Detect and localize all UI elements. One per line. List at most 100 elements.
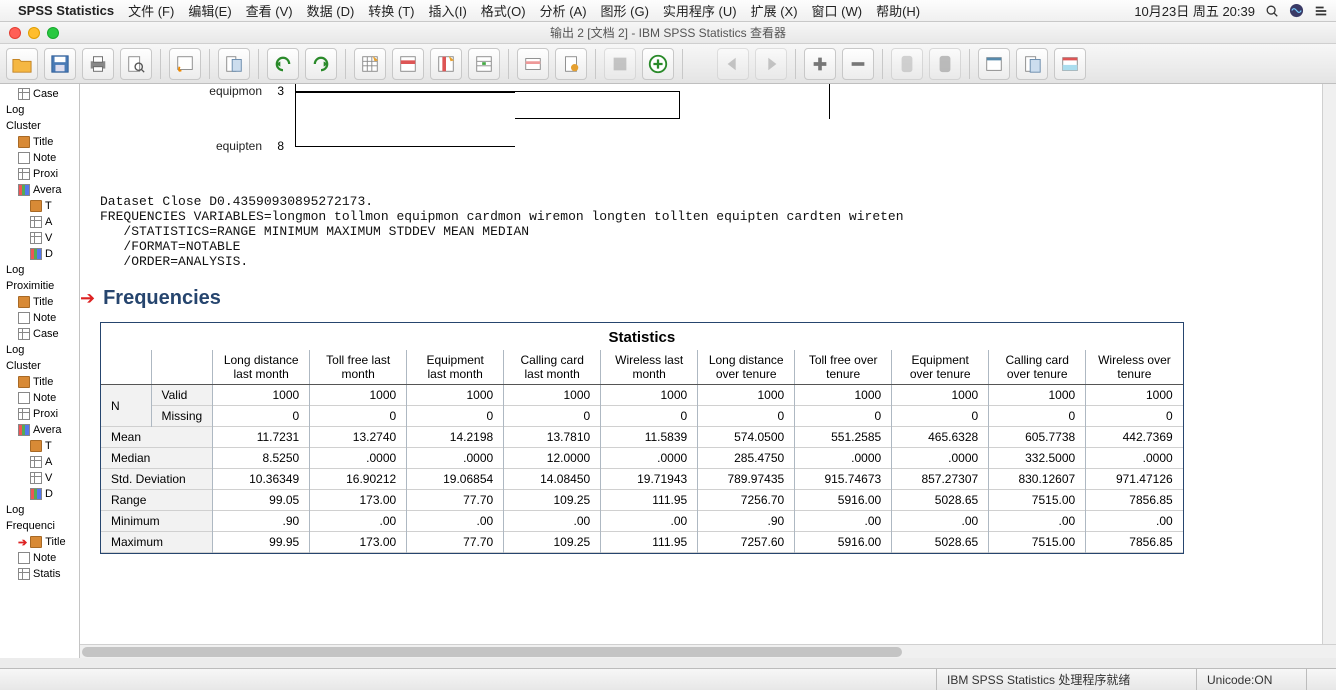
- notifications-icon[interactable]: [1314, 4, 1328, 18]
- syntax-button[interactable]: [1016, 48, 1048, 80]
- cell-value: 77.70: [407, 490, 504, 511]
- outline-item[interactable]: Log: [0, 102, 79, 118]
- menu-item[interactable]: 插入(I): [429, 1, 467, 20]
- menu-item[interactable]: 查看 (V): [246, 1, 293, 20]
- outline-item[interactable]: T: [0, 438, 79, 454]
- menu-item[interactable]: 格式(O): [481, 1, 526, 20]
- outline-pane[interactable]: CaseLogClusterTitleNoteProxiAveraTAVDLog…: [0, 84, 80, 658]
- app-menus: 文件 (F) 编辑(E) 查看 (V) 数据 (D) 转换 (T) 插入(I) 格式(O) 分…: [128, 1, 920, 20]
- outline-item[interactable]: A: [0, 214, 79, 230]
- outline-item[interactable]: Avera: [0, 182, 79, 198]
- column-header: Toll free over tenure: [795, 350, 892, 385]
- menu-item[interactable]: 编辑(E): [188, 1, 231, 20]
- outline-item[interactable]: Log: [0, 502, 79, 518]
- open-button[interactable]: [6, 48, 38, 80]
- column-header: Long distance over tenure: [698, 350, 795, 385]
- outline-item[interactable]: V: [0, 230, 79, 246]
- outline-item[interactable]: Title: [0, 374, 79, 390]
- outline-label: Proxi: [33, 408, 58, 420]
- outline-item[interactable]: Log: [0, 342, 79, 358]
- redo-button[interactable]: [305, 48, 337, 80]
- outline-item[interactable]: D: [0, 246, 79, 262]
- cell-value: 16.90212: [310, 469, 407, 490]
- outline-item[interactable]: Log: [0, 262, 79, 278]
- cell-value: 5916.00: [795, 532, 892, 553]
- output-viewer[interactable]: equipmon 3 equipten 8: [80, 84, 1322, 644]
- close-window-button[interactable]: [9, 27, 21, 39]
- outline-label: T: [45, 200, 52, 212]
- menu-item[interactable]: 窗口 (W): [812, 1, 863, 20]
- horizontal-scrollbar[interactable]: [80, 644, 1336, 658]
- spotlight-icon[interactable]: [1265, 4, 1279, 18]
- outline-item[interactable]: Proxi: [0, 406, 79, 422]
- menu-item[interactable]: 数据 (D): [307, 1, 355, 20]
- column-header: Wireless last month: [601, 350, 698, 385]
- outline-item[interactable]: Statis: [0, 566, 79, 582]
- outline-item[interactable]: A: [0, 454, 79, 470]
- menu-item[interactable]: 帮助(H): [876, 1, 920, 20]
- outline-item[interactable]: Note: [0, 150, 79, 166]
- outline-item[interactable]: Cluster: [0, 358, 79, 374]
- demote-button[interactable]: [929, 48, 961, 80]
- outline-item[interactable]: Note: [0, 390, 79, 406]
- insert-button[interactable]: [468, 48, 500, 80]
- save-button[interactable]: [44, 48, 76, 80]
- outline-item[interactable]: Title: [0, 134, 79, 150]
- add-button[interactable]: [642, 48, 674, 80]
- expand-button[interactable]: [804, 48, 836, 80]
- dendro-num: 3: [270, 84, 290, 98]
- outline-item[interactable]: D: [0, 486, 79, 502]
- cell-value: 1000: [892, 385, 989, 406]
- outline-label: Log: [6, 504, 24, 516]
- table-icon: [18, 328, 30, 340]
- menu-item[interactable]: 扩展 (X): [751, 1, 798, 20]
- outline-item[interactable]: ➔Title: [0, 534, 79, 550]
- minimize-window-button[interactable]: [28, 27, 40, 39]
- siri-icon[interactable]: [1289, 3, 1304, 18]
- outline-item[interactable]: Avera: [0, 422, 79, 438]
- outline-item[interactable]: Case: [0, 86, 79, 102]
- promote-button[interactable]: [891, 48, 923, 80]
- goto-data-button[interactable]: [354, 48, 386, 80]
- status-bar: IBM SPSS Statistics 处理程序就绪 Unicode:ON: [0, 668, 1336, 690]
- outline-item[interactable]: Frequenci: [0, 518, 79, 534]
- goto-case-button[interactable]: [392, 48, 424, 80]
- designate-window-button[interactable]: [978, 48, 1010, 80]
- status-extra: [1306, 669, 1336, 690]
- menu-item[interactable]: 实用程序 (U): [663, 1, 737, 20]
- export-button[interactable]: [218, 48, 250, 80]
- menu-item[interactable]: 图形 (G): [601, 1, 649, 20]
- outline-item[interactable]: T: [0, 198, 79, 214]
- app-name[interactable]: SPSS Statistics: [18, 3, 114, 18]
- outline-item[interactable]: Proximitie: [0, 278, 79, 294]
- cell-value: 19.06854: [407, 469, 504, 490]
- statistics-table[interactable]: Statistics Long distance last monthToll …: [100, 322, 1184, 554]
- outline-item[interactable]: V: [0, 470, 79, 486]
- table-row: Median8.5250.0000.000012.0000.0000285.47…: [101, 448, 1183, 469]
- cell-value: 111.95: [601, 532, 698, 553]
- outline-label: Cluster: [6, 360, 41, 372]
- collapse-button[interactable]: [842, 48, 874, 80]
- vertical-scrollbar[interactable]: [1322, 84, 1336, 644]
- outline-item[interactable]: Title: [0, 294, 79, 310]
- outline-item[interactable]: Proxi: [0, 166, 79, 182]
- clock: 10月23日 周五 20:39: [1134, 1, 1255, 20]
- goto-variable-button[interactable]: [430, 48, 462, 80]
- print-button[interactable]: [82, 48, 114, 80]
- run-button[interactable]: [1054, 48, 1086, 80]
- menu-item[interactable]: 分析 (A): [540, 1, 587, 20]
- cell-value: .0000: [310, 448, 407, 469]
- select-button[interactable]: [517, 48, 549, 80]
- menu-item[interactable]: 文件 (F): [128, 1, 174, 20]
- outline-item[interactable]: Cluster: [0, 118, 79, 134]
- preview-button[interactable]: [120, 48, 152, 80]
- menu-item[interactable]: 转换 (T): [368, 1, 414, 20]
- outline-item[interactable]: Note: [0, 550, 79, 566]
- zoom-window-button[interactable]: [47, 27, 59, 39]
- document-button[interactable]: [555, 48, 587, 80]
- outline-label: Note: [33, 552, 56, 564]
- recall-dialog-button[interactable]: [169, 48, 201, 80]
- outline-item[interactable]: Note: [0, 310, 79, 326]
- outline-item[interactable]: Case: [0, 326, 79, 342]
- undo-button[interactable]: [267, 48, 299, 80]
